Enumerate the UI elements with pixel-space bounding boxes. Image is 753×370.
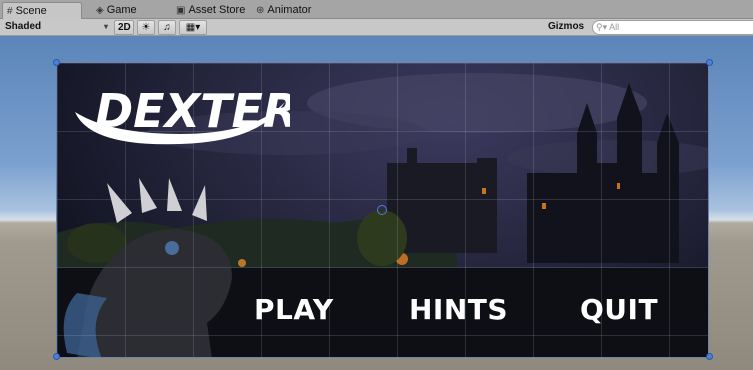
shading-mode-label: Shaded: [5, 21, 42, 32]
shading-mode-dropdown[interactable]: Shaded ▾: [2, 20, 110, 35]
play-button[interactable]: PLAY: [254, 293, 334, 326]
rect-handle-bottom-right[interactable]: [706, 353, 713, 360]
asset-store-icon: ▣: [176, 5, 186, 16]
editor-tab-bar: # Scene ◈ Game ▣ Asset Store ⊛ Animator: [0, 0, 753, 19]
2d-mode-toggle[interactable]: 2D: [114, 20, 134, 35]
animator-icon: ⊛: [256, 5, 265, 16]
image-icon: ▦▾: [185, 22, 201, 33]
dexter-logo: DEXTER: [75, 84, 290, 145]
quit-button[interactable]: QUIT: [580, 293, 658, 326]
audio-toggle-button[interactable]: ♫: [158, 20, 176, 35]
sun-icon: ☀: [141, 22, 151, 33]
rect-handle-top-left[interactable]: [53, 59, 60, 66]
scene-search-input[interactable]: ⚲▾ All: [592, 20, 753, 35]
rect-handle-bottom-left[interactable]: [53, 353, 60, 360]
search-placeholder: All: [609, 22, 620, 32]
chevron-down-icon: ▾: [103, 22, 108, 31]
rect-handle-top-right[interactable]: [706, 59, 713, 66]
logo-text: DEXTER: [95, 84, 290, 138]
tab-game-label: Game: [106, 4, 137, 16]
tab-animator[interactable]: ⊛ Animator: [252, 2, 332, 19]
tab-asset-store-label: Asset Store: [188, 4, 246, 16]
scene-toolbar: Shaded ▾ 2D ☀ ♫ ▦▾ Gizmos ▾ ⚲▾ All: [0, 19, 753, 44]
tab-animator-label: Animator: [267, 4, 312, 16]
gizmos-label: Gizmos: [548, 21, 585, 32]
tab-scene-label: Scene: [15, 4, 47, 17]
gizmos-dropdown[interactable]: Gizmos ▾: [545, 20, 587, 44]
lighting-toggle-button[interactable]: ☀: [137, 20, 155, 35]
effects-dropdown[interactable]: ▦▾: [179, 20, 207, 35]
pivot-handle[interactable]: [377, 205, 387, 215]
unity-editor-window: # Scene ◈ Game ▣ Asset Store ⊛ Animator …: [0, 0, 753, 370]
tab-game[interactable]: ◈ Game: [92, 2, 162, 19]
tab-scene[interactable]: # Scene: [2, 2, 82, 19]
search-icon: ⚲▾: [596, 22, 608, 32]
speaker-icon: ♫: [163, 22, 171, 33]
game-icon: ◈: [96, 5, 104, 16]
scene-icon: #: [7, 5, 13, 17]
tab-asset-store[interactable]: ▣ Asset Store: [172, 2, 252, 19]
hints-button[interactable]: HINTS: [409, 293, 508, 326]
